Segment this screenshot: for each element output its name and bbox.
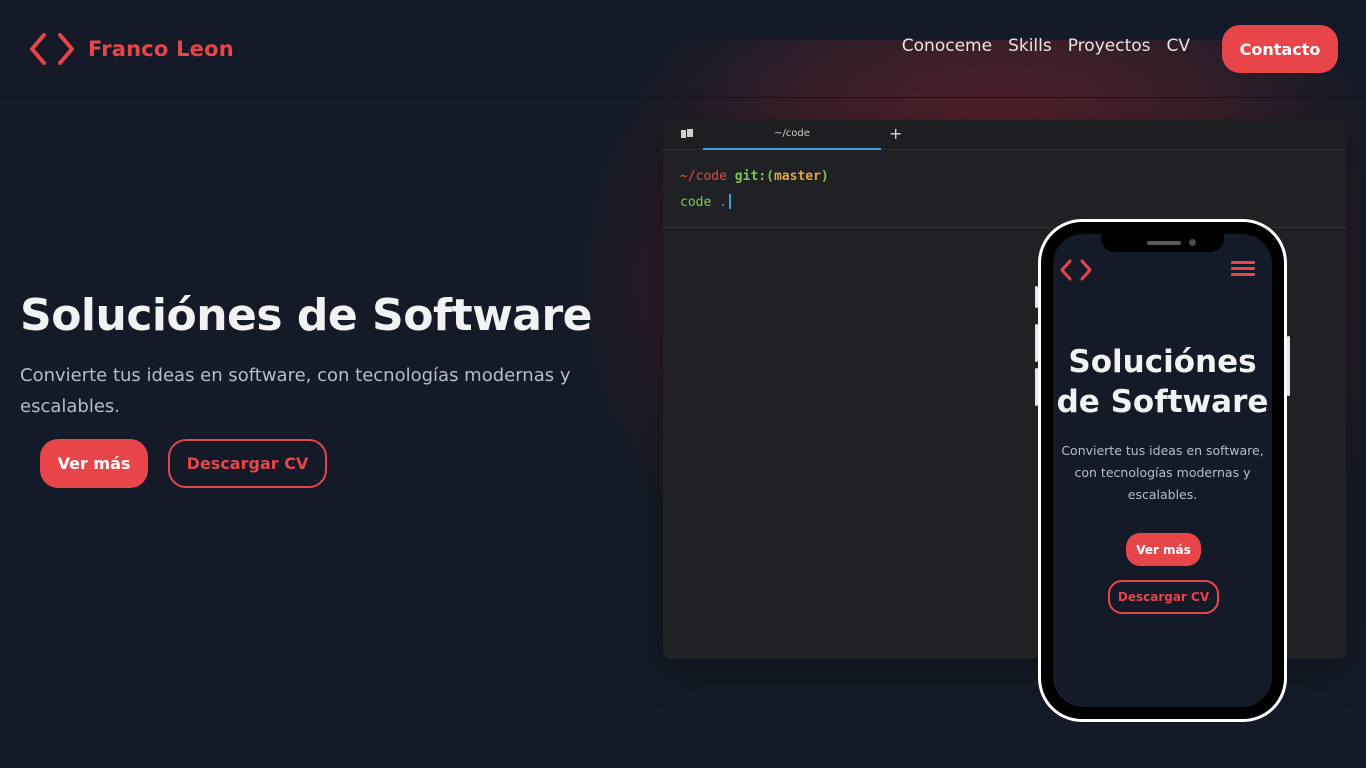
site-logo[interactable]: Franco Leon	[28, 32, 234, 66]
nav-item-cv[interactable]: CV	[1167, 36, 1191, 56]
text-cursor	[728, 194, 731, 209]
ver-mas-button[interactable]: Ver más	[40, 439, 148, 488]
terminal-command-line: code .	[680, 190, 1329, 216]
prompt-path: ~/code	[680, 169, 727, 184]
terminal-tab-bar: ~/code +	[663, 120, 1346, 150]
prompt-close: )	[820, 169, 829, 184]
download-cv-button[interactable]: Descargar CV	[168, 439, 327, 488]
nav-item-conoceme[interactable]: Conoceme	[902, 36, 992, 56]
phone-side-button	[1035, 286, 1038, 308]
phone-hero-subtitle: Convierte tus ideas en software, con tec…	[1061, 443, 1264, 502]
code-brackets-icon	[30, 33, 74, 65]
plus-icon[interactable]: +	[889, 124, 902, 143]
terminal-command-arg: .	[719, 195, 727, 210]
site-header: Franco Leon Conoceme Skills Proyectos CV…	[0, 0, 1366, 98]
phone-speaker	[1147, 241, 1181, 245]
phone-ver-mas-button[interactable]: Ver más	[1126, 533, 1201, 566]
phone-download-cv-button[interactable]: Descargar CV	[1108, 580, 1219, 614]
main-nav: Conoceme Skills Proyectos CV	[902, 36, 1190, 56]
nav-item-skills[interactable]: Skills	[1008, 36, 1052, 56]
phone-notch	[1101, 234, 1224, 252]
phone-hero-title: Soluciónes de Software	[1056, 344, 1269, 420]
terminal-tab[interactable]: ~/code	[703, 120, 881, 150]
terminal-prompt-line: ~/code git:(master)	[680, 164, 1329, 190]
code-brackets-icon[interactable]	[1059, 258, 1093, 282]
hamburger-menu-icon[interactable]	[1231, 259, 1255, 277]
contact-button[interactable]: Contacto	[1222, 25, 1338, 73]
prompt-branch: master	[773, 169, 821, 184]
brand-name: Franco Leon	[88, 37, 234, 61]
phone-side-button	[1035, 324, 1038, 362]
phone-mockup: Soluciónes de Software Convierte tus ide…	[1035, 219, 1290, 722]
hero-title: Soluciónes de Software	[20, 290, 593, 341]
phone-side-button	[1035, 368, 1038, 406]
book-icon	[681, 129, 693, 138]
terminal-command: code	[680, 195, 712, 210]
prompt-git: git:(	[734, 169, 774, 184]
phone-screen: Soluciónes de Software Convierte tus ide…	[1053, 234, 1272, 707]
phone-camera	[1189, 239, 1196, 246]
nav-item-proyectos[interactable]: Proyectos	[1068, 36, 1151, 56]
hero-subtitle: Convierte tus ideas en software, con tec…	[20, 365, 571, 417]
phone-side-button	[1287, 336, 1290, 396]
terminal-output[interactable]: ~/code git:(master) code .	[663, 150, 1346, 228]
